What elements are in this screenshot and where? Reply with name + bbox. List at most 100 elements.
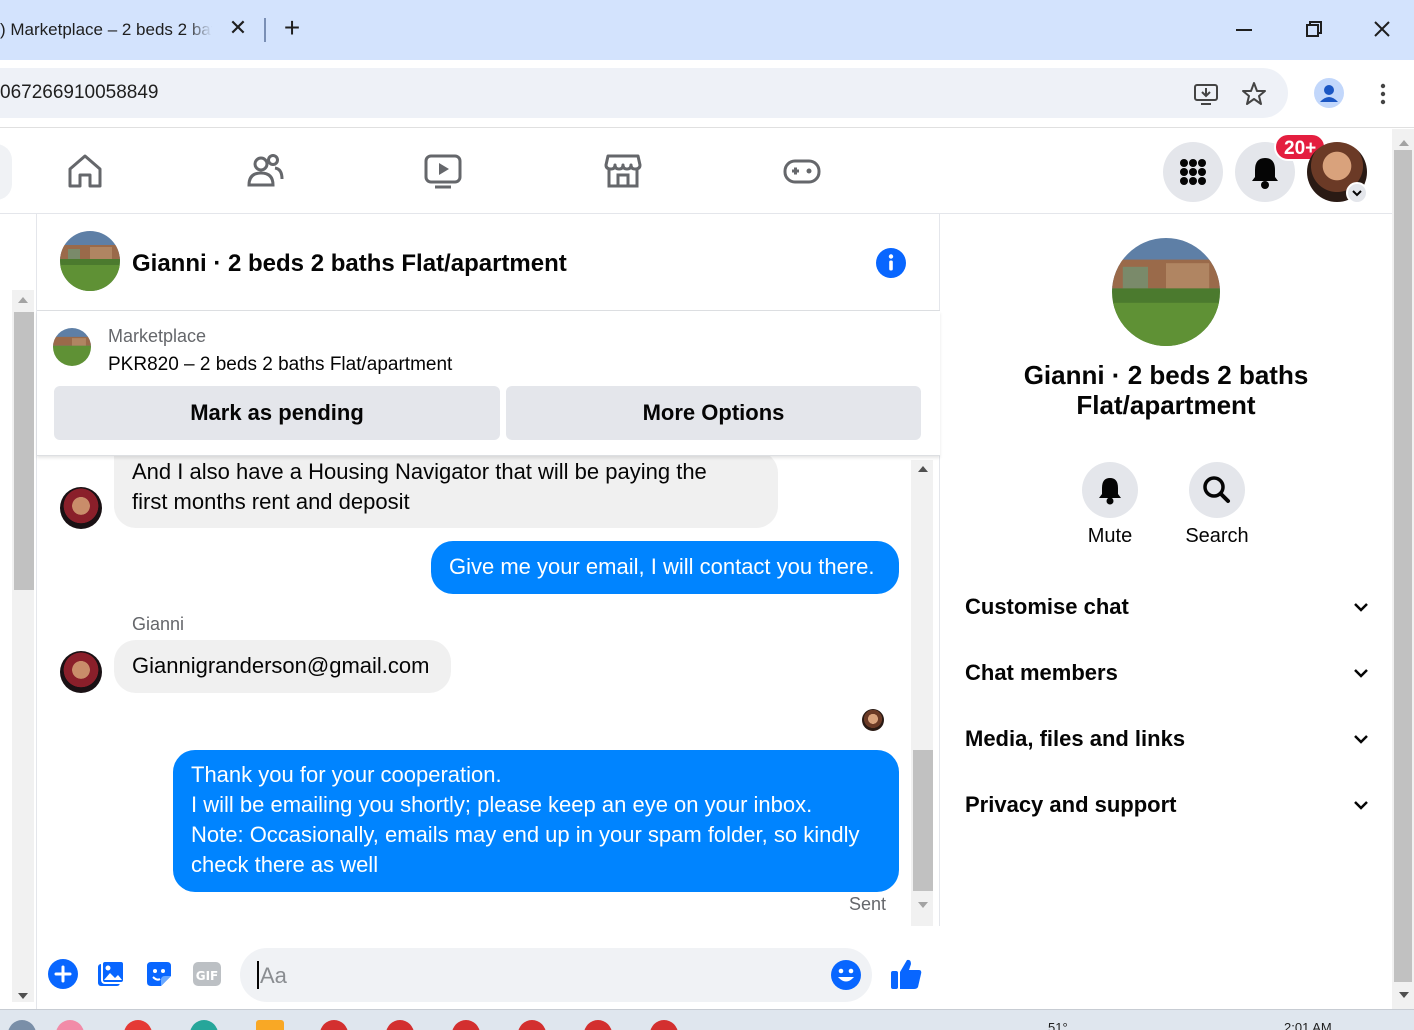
mark-as-pending-button[interactable]: Mark as pending <box>54 386 500 440</box>
taskbar-chrome-icon[interactable] <box>320 1020 348 1030</box>
bell-icon <box>1099 478 1121 505</box>
section-customise-chat[interactable]: Customise chat <box>965 588 1375 628</box>
browser-menu-icon[interactable] <box>1372 80 1394 108</box>
search-icon <box>1203 476 1230 503</box>
taskbar-clock[interactable]: 2:01 AM <box>1284 1020 1332 1030</box>
home-icon[interactable] <box>65 151 105 191</box>
close-window-icon[interactable] <box>1367 16 1397 44</box>
install-app-icon[interactable] <box>1192 80 1220 108</box>
text-caret <box>257 961 259 989</box>
browser-tab[interactable]: ) Marketplace – 2 beds 2 baths Flat/apar… <box>0 8 258 52</box>
svg-text:GIF: GIF <box>196 969 219 983</box>
browser-profile-icon[interactable] <box>1314 78 1344 108</box>
chevron-down-icon <box>1354 801 1368 810</box>
section-label: Privacy and support <box>965 792 1177 817</box>
message-text: And I also have a Housing Navigator that… <box>132 459 707 484</box>
listing-thumbnail[interactable] <box>53 328 91 366</box>
message-text: Give me your email, I will contact you t… <box>449 554 875 579</box>
sent-status: Sent <box>849 894 887 914</box>
gaming-icon[interactable] <box>782 151 822 191</box>
friends-icon[interactable] <box>245 151 285 191</box>
mute-label: Mute <box>1087 525 1133 547</box>
message-bubble-outgoing: Thank you for your cooperation. I will b… <box>173 750 899 892</box>
browser-tab-strip: ) Marketplace – 2 beds 2 baths Flat/apar… <box>0 0 1414 60</box>
message-text: check there as well <box>191 852 379 877</box>
message-bubble-outgoing: Give me your email, I will contact you t… <box>431 541 899 594</box>
bookmark-star-icon[interactable] <box>1240 80 1268 108</box>
message-scroll-up-icon[interactable] <box>915 462 931 476</box>
marketplace-icon[interactable] <box>603 151 643 191</box>
plus-circle-icon[interactable] <box>47 958 79 990</box>
restore-icon[interactable] <box>1298 16 1328 44</box>
address-bar-row: 067266910058849 <box>0 60 1414 128</box>
search-button[interactable] <box>1189 462 1245 518</box>
section-chat-members[interactable]: Chat members <box>965 654 1375 694</box>
conversation-title[interactable]: Gianni · 2 beds 2 baths Flat/apartment <box>132 250 567 278</box>
message-bubble-incoming: And I also have a Housing Navigator that… <box>114 456 778 528</box>
message-bubble-incoming: Giannigranderson@gmail.com <box>114 640 451 693</box>
omnibox[interactable]: 067266910058849 <box>0 68 1288 118</box>
chat-list-scroll-thumb[interactable] <box>14 312 34 590</box>
new-tab-icon[interactable]: + <box>279 14 305 42</box>
grid-icon <box>1180 159 1206 185</box>
os-taskbar: 51° 2:01 AM <box>0 1009 1414 1030</box>
scroll-down-arrow-icon[interactable] <box>15 988 31 1004</box>
url-text: 067266910058849 <box>0 82 159 103</box>
tab-close-icon[interactable]: ✕ <box>228 17 248 39</box>
tab-title: ) Marketplace – 2 beds 2 baths Flat/apar… <box>0 20 212 39</box>
emoji-icon[interactable] <box>830 959 862 991</box>
sender-avatar[interactable] <box>60 651 102 693</box>
message-text[interactable]: Giannigranderson@gmail.com <box>132 651 433 681</box>
chevron-down-icon <box>1354 735 1368 744</box>
mute-button[interactable] <box>1082 462 1138 518</box>
page-scroll-down-icon[interactable] <box>1396 988 1412 1002</box>
taskbar-app-icon[interactable] <box>56 1020 84 1030</box>
listing-avatar[interactable] <box>60 231 120 291</box>
account-chevron-down-icon[interactable] <box>1346 182 1368 204</box>
message-input[interactable]: Aa <box>240 948 872 1002</box>
message-text: I will be emailing you shortly; please k… <box>191 792 813 817</box>
conversation-panel: Gianni · 2 beds 2 baths Flat/apartment M… <box>37 214 940 1009</box>
scroll-up-arrow-icon[interactable] <box>15 292 31 308</box>
menu-grid-button[interactable] <box>1163 142 1223 202</box>
message-scroll-down-icon[interactable] <box>915 898 931 912</box>
taskbar-chrome-icon[interactable] <box>452 1020 480 1030</box>
message-scroll-thumb[interactable] <box>913 750 933 891</box>
listing-name[interactable]: PKR820 – 2 beds 2 baths Flat/apartment <box>108 354 452 376</box>
photo-icon[interactable] <box>95 958 127 990</box>
thumbs-up-icon[interactable] <box>888 956 924 992</box>
taskbar-chrome-icon[interactable] <box>518 1020 546 1030</box>
taskbar-app-icon[interactable] <box>190 1020 218 1030</box>
sender-avatar[interactable] <box>60 487 102 529</box>
facebook-navbar <box>0 129 1392 214</box>
taskbar-app-icon[interactable] <box>8 1020 36 1030</box>
sticker-icon[interactable] <box>143 958 175 990</box>
info-icon[interactable] <box>875 247 907 279</box>
taskbar-chrome-icon[interactable] <box>650 1020 678 1030</box>
sender-name: Gianni <box>132 614 185 634</box>
taskbar-app-icon[interactable] <box>124 1020 152 1030</box>
search-pill[interactable] <box>0 144 12 200</box>
message-input-placeholder: Aa <box>260 963 287 988</box>
taskbar-weather[interactable]: 51° <box>1048 1020 1068 1030</box>
taskbar-folder-icon[interactable] <box>256 1020 284 1030</box>
taskbar-chrome-icon[interactable] <box>584 1020 612 1030</box>
chevron-down-icon <box>1354 669 1368 678</box>
gif-icon[interactable]: GIF <box>191 958 223 990</box>
more-options-button[interactable]: More Options <box>506 386 921 440</box>
taskbar-chrome-icon[interactable] <box>386 1020 414 1030</box>
section-label: Customise chat <box>965 594 1129 619</box>
page-scroll-up-icon[interactable] <box>1396 136 1412 150</box>
message-text: Thank you for your cooperation. <box>191 762 502 787</box>
section-media-files-links[interactable]: Media, files and links <box>965 720 1375 760</box>
page-scroll-thumb[interactable] <box>1394 150 1412 982</box>
minimize-icon[interactable] <box>1229 16 1259 44</box>
message-composer: GIF Aa <box>37 926 940 1009</box>
chevron-down-icon <box>1354 603 1368 612</box>
watch-icon[interactable] <box>423 151 463 191</box>
details-avatar[interactable] <box>1112 238 1220 346</box>
section-privacy-support[interactable]: Privacy and support <box>965 786 1375 826</box>
marketplace-listing-card: Marketplace PKR820 – 2 beds 2 baths Flat… <box>37 311 940 456</box>
details-title: Gianni · 2 beds 2 baths Flat/apartment <box>1023 360 1309 420</box>
section-label: Media, files and links <box>965 726 1186 751</box>
